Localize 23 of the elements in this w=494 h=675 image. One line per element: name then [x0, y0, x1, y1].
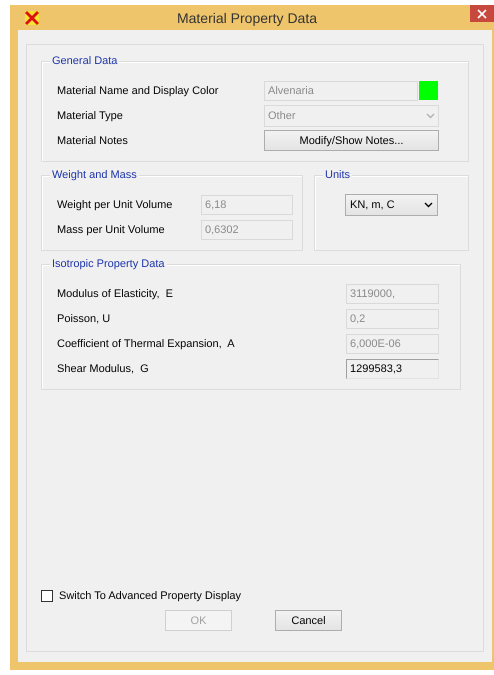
close-button[interactable] — [470, 5, 494, 22]
input-field[interactable]: 1299583,3 — [346, 358, 439, 378]
field-label: Modulus of Elasticity, E — [57, 288, 174, 300]
cancel-button[interactable]: Cancel — [275, 610, 342, 631]
notes-button[interactable]: Modify/Show Notes... — [264, 130, 439, 151]
close-icon — [477, 8, 487, 18]
field-label: Material Name and Display Color — [57, 84, 220, 96]
group-title: Isotropic Property Data — [50, 258, 166, 270]
group-title: Units — [323, 169, 352, 181]
field-label: Mass per Unit Volume — [57, 224, 166, 236]
units-dropdown[interactable]: KN, m, C — [345, 194, 438, 216]
group-title: General Data — [50, 55, 120, 67]
field-label: Material Type — [57, 110, 124, 122]
field-label: Coefficient of Thermal Expansion, A — [57, 338, 236, 350]
field-label: Material Notes — [57, 134, 129, 146]
group-title: Weight and Mass — [50, 169, 139, 181]
field-label: Poisson, U — [57, 312, 112, 324]
checkbox[interactable] — [41, 590, 53, 602]
field-label: Weight per Unit Volume — [57, 198, 174, 210]
app-logo-icon — [24, 10, 40, 26]
field-label: Shear Modulus, G — [57, 362, 150, 374]
window-title: Material Property Data — [176, 10, 318, 26]
checkbox-label: Switch To Advanced Property Display — [59, 590, 241, 602]
